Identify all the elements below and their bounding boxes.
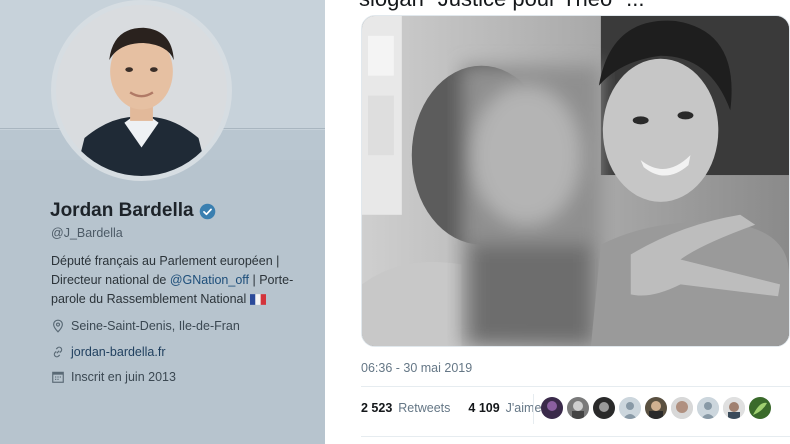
retweets-count[interactable]: 2 523 (361, 401, 392, 415)
default-avatar-icon[interactable] (697, 397, 719, 419)
liker-avatar[interactable] (671, 397, 693, 419)
tweet-timestamp[interactable]: 06:36 - 30 mai 2019 (361, 361, 472, 375)
retweets-label[interactable]: Retweets (398, 401, 450, 415)
liker-avatar[interactable] (567, 397, 589, 419)
bio-line: parole du Rassemblement National (51, 290, 313, 309)
profile-bio: Député français au Parlement européen | … (51, 252, 313, 309)
liker-avatar[interactable] (541, 397, 563, 419)
bio-line: Directeur national de @GNation_off | Por… (51, 271, 313, 290)
profile-location: Seine-Saint-Denis, Ile-de-Fran (51, 319, 240, 333)
bio-text: parole du Rassemblement National (51, 292, 247, 306)
location-text: Seine-Saint-Denis, Ile-de-Fran (71, 319, 240, 333)
mention-link[interactable]: @GNation_off (170, 273, 249, 287)
calendar-icon (51, 370, 65, 384)
location-pin-icon (51, 319, 65, 333)
tweet-text: slogan "Justice pour Theo" ... (359, 0, 644, 12)
verified-badge-icon (199, 203, 216, 220)
bio-text: Directeur national de (51, 273, 170, 287)
profile-avatar[interactable] (51, 0, 232, 181)
website-link[interactable]: jordan-bardella.fr (71, 345, 166, 359)
profile-joined: Inscrit en juin 2013 (51, 370, 176, 384)
liker-avatar[interactable] (593, 397, 615, 419)
liker-avatar[interactable] (723, 397, 745, 419)
liker-avatar[interactable] (645, 397, 667, 419)
profile-name-row: Jordan Bardella (50, 200, 216, 222)
french-flag-icon (249, 292, 266, 305)
bio-text: | Porte- (249, 273, 294, 287)
divider (361, 436, 790, 437)
profile-handle[interactable]: @J_Bardella (51, 226, 123, 240)
liker-avatars (541, 397, 771, 419)
tweet-stats: 2 523 Retweets 4 109 J'aime (361, 401, 541, 415)
divider (361, 386, 790, 387)
likes-label[interactable]: J'aime (506, 401, 542, 415)
link-icon (51, 345, 65, 359)
tweet-detail: slogan "Justice pour Theo" ... (325, 0, 790, 444)
tweet-photo[interactable] (361, 15, 790, 347)
profile-website: jordan-bardella.fr (51, 345, 166, 359)
joined-text: Inscrit en juin 2013 (71, 370, 176, 384)
liker-avatar[interactable] (749, 397, 771, 419)
divider (533, 394, 534, 424)
default-avatar-icon[interactable] (619, 397, 641, 419)
bio-line: Député français au Parlement européen | (51, 254, 280, 268)
profile-name[interactable]: Jordan Bardella (50, 200, 194, 222)
profile-sidebar: Jordan Bardella @J_Bardella Député franç… (0, 0, 325, 444)
likes-count[interactable]: 4 109 (468, 401, 499, 415)
